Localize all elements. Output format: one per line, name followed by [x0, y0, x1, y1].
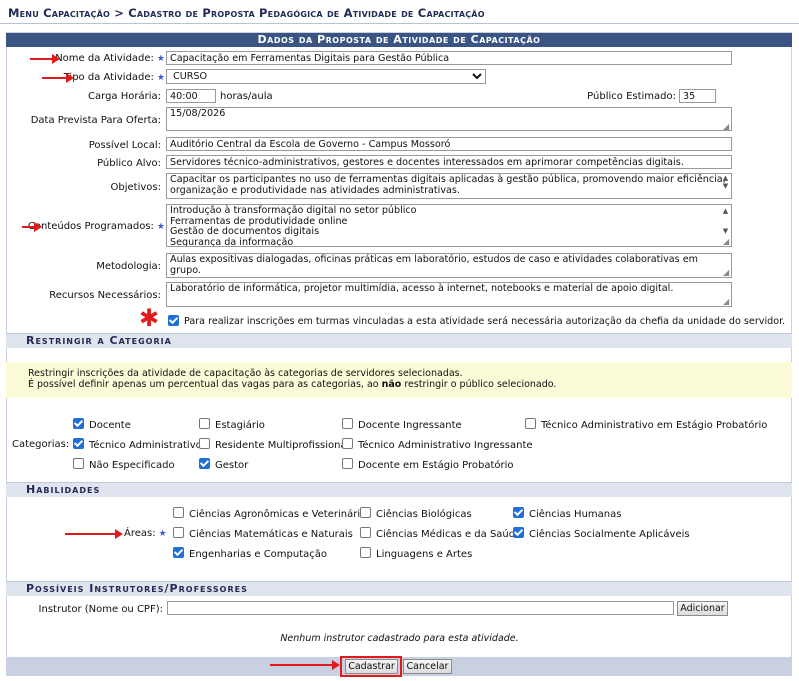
restringir-notice: Restringir inscrições da atividade de ca… — [6, 362, 792, 398]
categoria-checkbox-docente-ingressante[interactable] — [342, 418, 353, 429]
publico-alvo-label: Público Alvo: — [97, 158, 161, 169]
annotation-arrow-icon — [22, 222, 42, 232]
annotation-arrow-icon — [270, 660, 340, 670]
objetivos-label: Objetivos: — [110, 182, 161, 193]
area-label: Ciências Humanas — [529, 509, 622, 520]
categoria-checkbox-tecnico-administrativo[interactable] — [73, 438, 84, 449]
area-label: Ciências Agronômicas e Veterinárias — [189, 509, 372, 520]
categoria-checkbox-tecnico-ingressante[interactable] — [342, 438, 353, 449]
annotation-arrow-icon — [42, 73, 74, 83]
resize-grip-icon[interactable]: ◢ — [723, 297, 729, 306]
metodologia-label: Metodologia: — [96, 261, 161, 272]
area-checkbox-engenharias[interactable] — [173, 547, 184, 558]
breadcrumb: Menu Capacitação > Cadastro de Proposta … — [0, 0, 799, 24]
categoria-label: Docente — [89, 420, 131, 431]
local-input[interactable] — [166, 137, 732, 151]
categorias-label: Categorias: — [12, 439, 70, 450]
area-checkbox-agronomicas[interactable] — [173, 507, 184, 518]
empty-instructors-message: Nenhum instrutor cadastrado para esta at… — [280, 633, 519, 644]
recursos-label: Recursos Necessários: — [49, 290, 161, 301]
recursos-textarea[interactable]: Laboratório de informática, projetor mul… — [166, 282, 732, 307]
resize-grip-icon[interactable]: ◢ — [723, 268, 729, 277]
required-star-icon: ★ — [158, 529, 167, 539]
categoria-label: Docente em Estágio Probatório — [358, 460, 514, 471]
area-checkbox-linguagens[interactable] — [360, 547, 371, 558]
required-star-icon: ★ — [156, 73, 165, 83]
area-checkbox-humanas[interactable] — [513, 507, 524, 518]
area-label: Ciências Matemáticas e Naturais — [189, 529, 353, 540]
resize-grip-icon[interactable]: ◢ — [723, 237, 729, 246]
categoria-label: Técnico Administrativo — [89, 440, 202, 451]
area-label: Ciências Médicas e da Saúde — [376, 529, 522, 540]
carga-unit: horas/aula — [220, 91, 273, 102]
categoria-label: Não Especificado — [89, 460, 175, 471]
section-instrutores: Possíveis Instrutores/Professores — [6, 581, 792, 596]
form-caption: Dados da Proposta de Atividade de Capaci… — [6, 33, 792, 47]
area-checkbox-medicas[interactable] — [360, 527, 371, 538]
categoria-label: Residente Multiprofissional — [215, 440, 350, 451]
area-checkbox-matematicas[interactable] — [173, 527, 184, 538]
area-checkbox-sociais[interactable] — [513, 527, 524, 538]
publico-estimado-label: Público Estimado: — [587, 91, 676, 102]
annotation-arrow-icon — [65, 529, 123, 539]
categoria-label: Docente Ingressante — [358, 420, 462, 431]
autorizacao-checkbox[interactable] — [168, 315, 179, 326]
categoria-label: Técnico Administrativo Ingressante — [358, 440, 533, 451]
categoria-checkbox-gestor[interactable] — [199, 458, 210, 469]
categoria-label: Técnico Administrativo em Estágio Probat… — [541, 420, 768, 431]
categoria-checkbox-docente-probatorio[interactable] — [342, 458, 353, 469]
instrutor-input[interactable] — [167, 601, 674, 615]
categoria-checkbox-tecnico-estagio[interactable] — [525, 418, 536, 429]
local-label: Possível Local: — [88, 140, 161, 151]
categoria-checkbox-docente[interactable] — [73, 418, 84, 429]
publico-estimado-input[interactable] — [679, 89, 716, 103]
data-prevista-textarea[interactable]: 15/08/2026 — [166, 107, 732, 131]
section-habilidades: Habilidades — [6, 482, 792, 497]
categoria-checkbox-estagiario[interactable] — [199, 418, 210, 429]
cadastrar-button[interactable]: Cadastrar — [345, 659, 398, 674]
area-label: Engenharias e Computação — [189, 549, 328, 560]
area-label: Ciências Biológicas — [376, 509, 472, 520]
red-asterisk-icon: ✱ — [139, 304, 160, 332]
scroll-arrows-icon[interactable]: ▲ ▼ — [720, 206, 731, 236]
autorizacao-label: Para realizar inscrições em turmas vincu… — [184, 316, 786, 327]
cancelar-button[interactable]: Cancelar — [403, 659, 452, 674]
area-checkbox-biologicas[interactable] — [360, 507, 371, 518]
categoria-checkbox-residente[interactable] — [199, 438, 210, 449]
annotation-arrow-icon — [30, 54, 60, 64]
tipo-select[interactable]: CURSO — [166, 69, 486, 84]
objetivos-textarea[interactable]: Capacitar os participantes no uso de fer… — [166, 173, 732, 199]
adicionar-button[interactable]: Adicionar — [677, 601, 728, 616]
data-prevista-label: Data Prevista Para Oferta: — [30, 115, 161, 126]
nome-input[interactable] — [166, 51, 732, 65]
carga-input[interactable] — [166, 89, 216, 103]
required-star-icon: ★ — [156, 222, 165, 232]
required-star-icon: ★ — [156, 54, 165, 64]
publico-alvo-input[interactable] — [166, 155, 732, 169]
categoria-checkbox-nao-especificado[interactable] — [73, 458, 84, 469]
areas-label: Áreas: ★ — [124, 528, 167, 539]
carga-label: Carga Horária: — [88, 91, 161, 102]
scroll-arrows-icon[interactable]: ▲ ▼ — [720, 174, 731, 190]
area-label: Linguagens e Artes — [376, 549, 473, 560]
resize-grip-icon[interactable]: ◢ — [723, 122, 729, 131]
conteudos-textarea[interactable]: Introdução à transformação digital no se… — [166, 204, 732, 247]
area-label: Ciências Socialmente Aplicáveis — [529, 529, 690, 540]
instrutor-label: Instrutor (Nome ou CPF): — [38, 604, 163, 615]
categoria-label: Estagiário — [215, 420, 265, 431]
metodologia-textarea[interactable]: Aulas expositivas dialogadas, oficinas p… — [166, 253, 732, 278]
categoria-label: Gestor — [215, 460, 249, 471]
section-restringir: Restringir a Categoria — [6, 333, 792, 348]
